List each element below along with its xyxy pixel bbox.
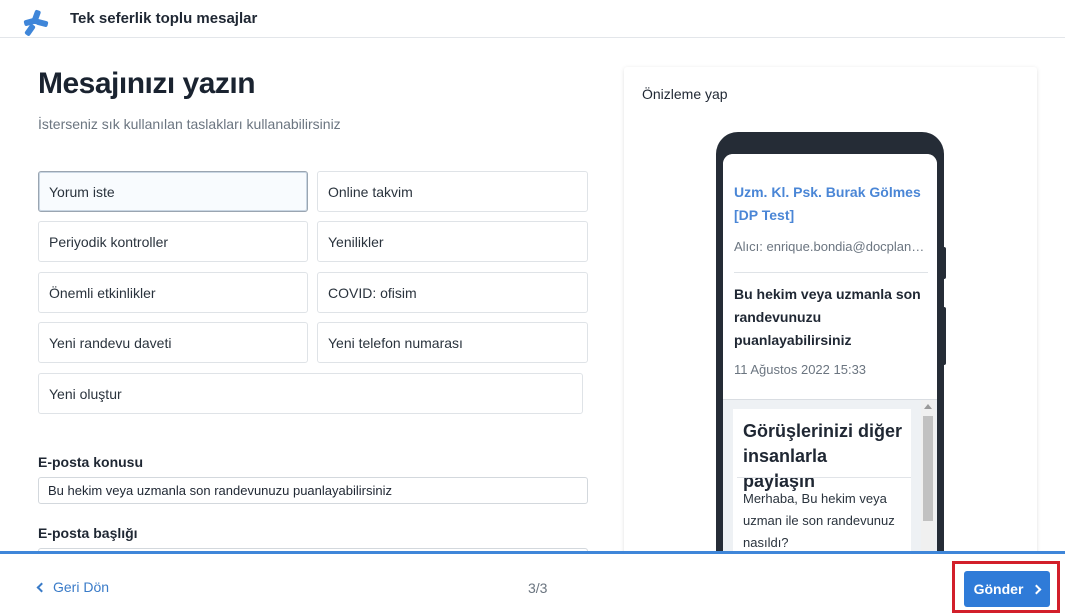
email-date: 11 Ağustos 2022 15:33 [734,362,867,377]
phone-side-button [942,307,946,365]
template-online-takvim[interactable]: Online takvim [317,171,588,212]
phone-mockup: Uzm. Kl. Psk. Burak Gölmes [DP Test] Alı… [716,132,944,551]
subject-input[interactable] [38,477,588,504]
app-title: Tek seferlik toplu mesajlar [70,10,258,27]
email-body-area: Görüşlerinizi diğer insanlarla paylaşın … [723,399,937,551]
email-recipient: Alıcı: enrique.bondia@docplanner.com [734,239,929,254]
send-label: Gönder [973,581,1024,597]
docplanner-logo-icon [23,9,49,36]
template-periyodik-kontroller[interactable]: Periyodik kontroller [38,221,308,262]
page-title: Mesajınızı yazın [38,67,256,100]
template-yeni-telefon-numarasi[interactable]: Yeni telefon numarası [317,322,588,363]
chevron-left-icon [36,582,47,592]
footer-bar: Geri Dön 3/3 Gönder [0,551,1065,613]
preview-scrollbar[interactable] [921,400,935,551]
email-sender: Uzm. Kl. Psk. Burak Gölmes [DP Test] [734,184,921,223]
preview-title: Önizleme yap [642,86,728,102]
template-yeni-randevu-daveti[interactable]: Yeni randevu daveti [38,322,308,363]
email-header: Uzm. Kl. Psk. Burak Gölmes [DP Test] Alı… [723,154,937,399]
heading-label: E-posta başlığı [38,525,138,541]
scroll-up-arrow-icon[interactable] [924,404,932,409]
chevron-right-icon [1031,584,1042,594]
send-button[interactable]: Gönder [964,571,1050,607]
template-yenilikler[interactable]: Yenilikler [317,221,588,262]
email-body-divider [737,477,911,478]
main-content: Mesajınızı yazın İsterseniz sık kullanıl… [0,39,1065,551]
email-body-heading: Görüşlerinizi diğer insanlarla paylaşın [743,421,903,491]
email-divider [734,272,928,273]
phone-screen: Uzm. Kl. Psk. Burak Gölmes [DP Test] Alı… [723,154,937,551]
top-bar: Tek seferlik toplu mesajlar [0,0,1065,38]
template-yeni-olustur[interactable]: Yeni oluştur [38,373,583,414]
email-body-card: Görüşlerinizi diğer insanlarla paylaşın … [733,409,911,551]
email-subject: Bu hekim veya uzmanla son randevunuzu pu… [734,286,921,348]
back-button[interactable]: Geri Dön [36,579,110,595]
step-indicator: 3/3 [528,580,548,596]
page-subtitle: İsterseniz sık kullanılan taslakları kul… [38,116,341,132]
email-body-text: Merhaba, Bu hekim veya uzman ile son ran… [743,491,895,550]
template-onemli-etkinlikler[interactable]: Önemli etkinlikler [38,272,308,313]
scroll-thumb[interactable] [923,416,933,521]
back-label: Geri Dön [53,579,110,595]
preview-panel: Önizleme yap Uzm. Kl. Psk. Burak Gölmes … [624,67,1037,551]
subject-label: E-posta konusu [38,454,144,470]
template-yorum-iste[interactable]: Yorum iste [38,171,308,212]
template-covid-ofisim[interactable]: COVID: ofisim [317,272,588,313]
phone-side-button [942,247,946,279]
